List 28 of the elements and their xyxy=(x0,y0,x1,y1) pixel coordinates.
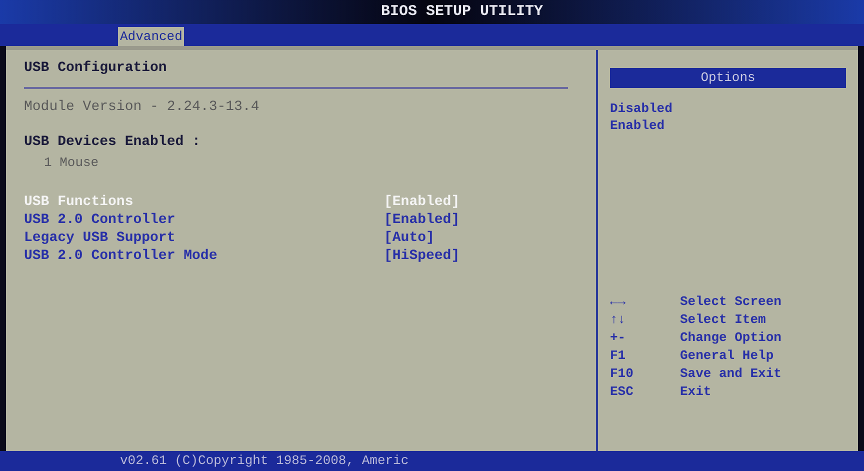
key-action: Save and Exit xyxy=(680,365,782,383)
key-action: Select Screen xyxy=(680,293,782,311)
key-action: Select Item xyxy=(680,311,766,329)
options-header: Options xyxy=(610,68,846,88)
copyright-text: v02.61 (C)Copyright 1985-2008, Americ xyxy=(120,452,409,470)
key-label: +- xyxy=(610,329,627,347)
setting-value[interactable]: [Auto] xyxy=(384,228,434,246)
device-item: 1 Mouse xyxy=(44,154,100,172)
setting-value[interactable]: [Enabled] xyxy=(384,210,460,228)
devices-heading: USB Devices Enabled : xyxy=(24,133,202,152)
key-label: ESC xyxy=(610,383,634,401)
module-version: Module Version - 2.24.3-13.4 xyxy=(24,98,260,117)
setting-label[interactable]: USB 2.0 Controller xyxy=(24,210,384,228)
key-action: General Help xyxy=(680,347,774,365)
key-action: Exit xyxy=(680,383,712,401)
key-label: F1 xyxy=(610,347,627,365)
option-item: Enabled xyxy=(610,116,666,134)
option-item: Disabled xyxy=(610,100,674,116)
key-action: Change Option xyxy=(680,329,782,347)
setting-label[interactable]: USB 2.0 Controller Mode xyxy=(24,246,384,264)
tab[interactable]: Advanced xyxy=(118,26,184,46)
setting-label[interactable]: Legacy USB Support xyxy=(24,228,384,246)
key-label: F10 xyxy=(610,365,634,383)
window-title: BIOS SETUP UTILITY xyxy=(380,2,544,22)
key-label: ↑↓ xyxy=(610,311,627,329)
key-label: ←→ xyxy=(610,293,627,311)
setting-value[interactable]: [HiSpeed] xyxy=(384,246,460,264)
section-title: USB Configuration xyxy=(24,59,168,78)
